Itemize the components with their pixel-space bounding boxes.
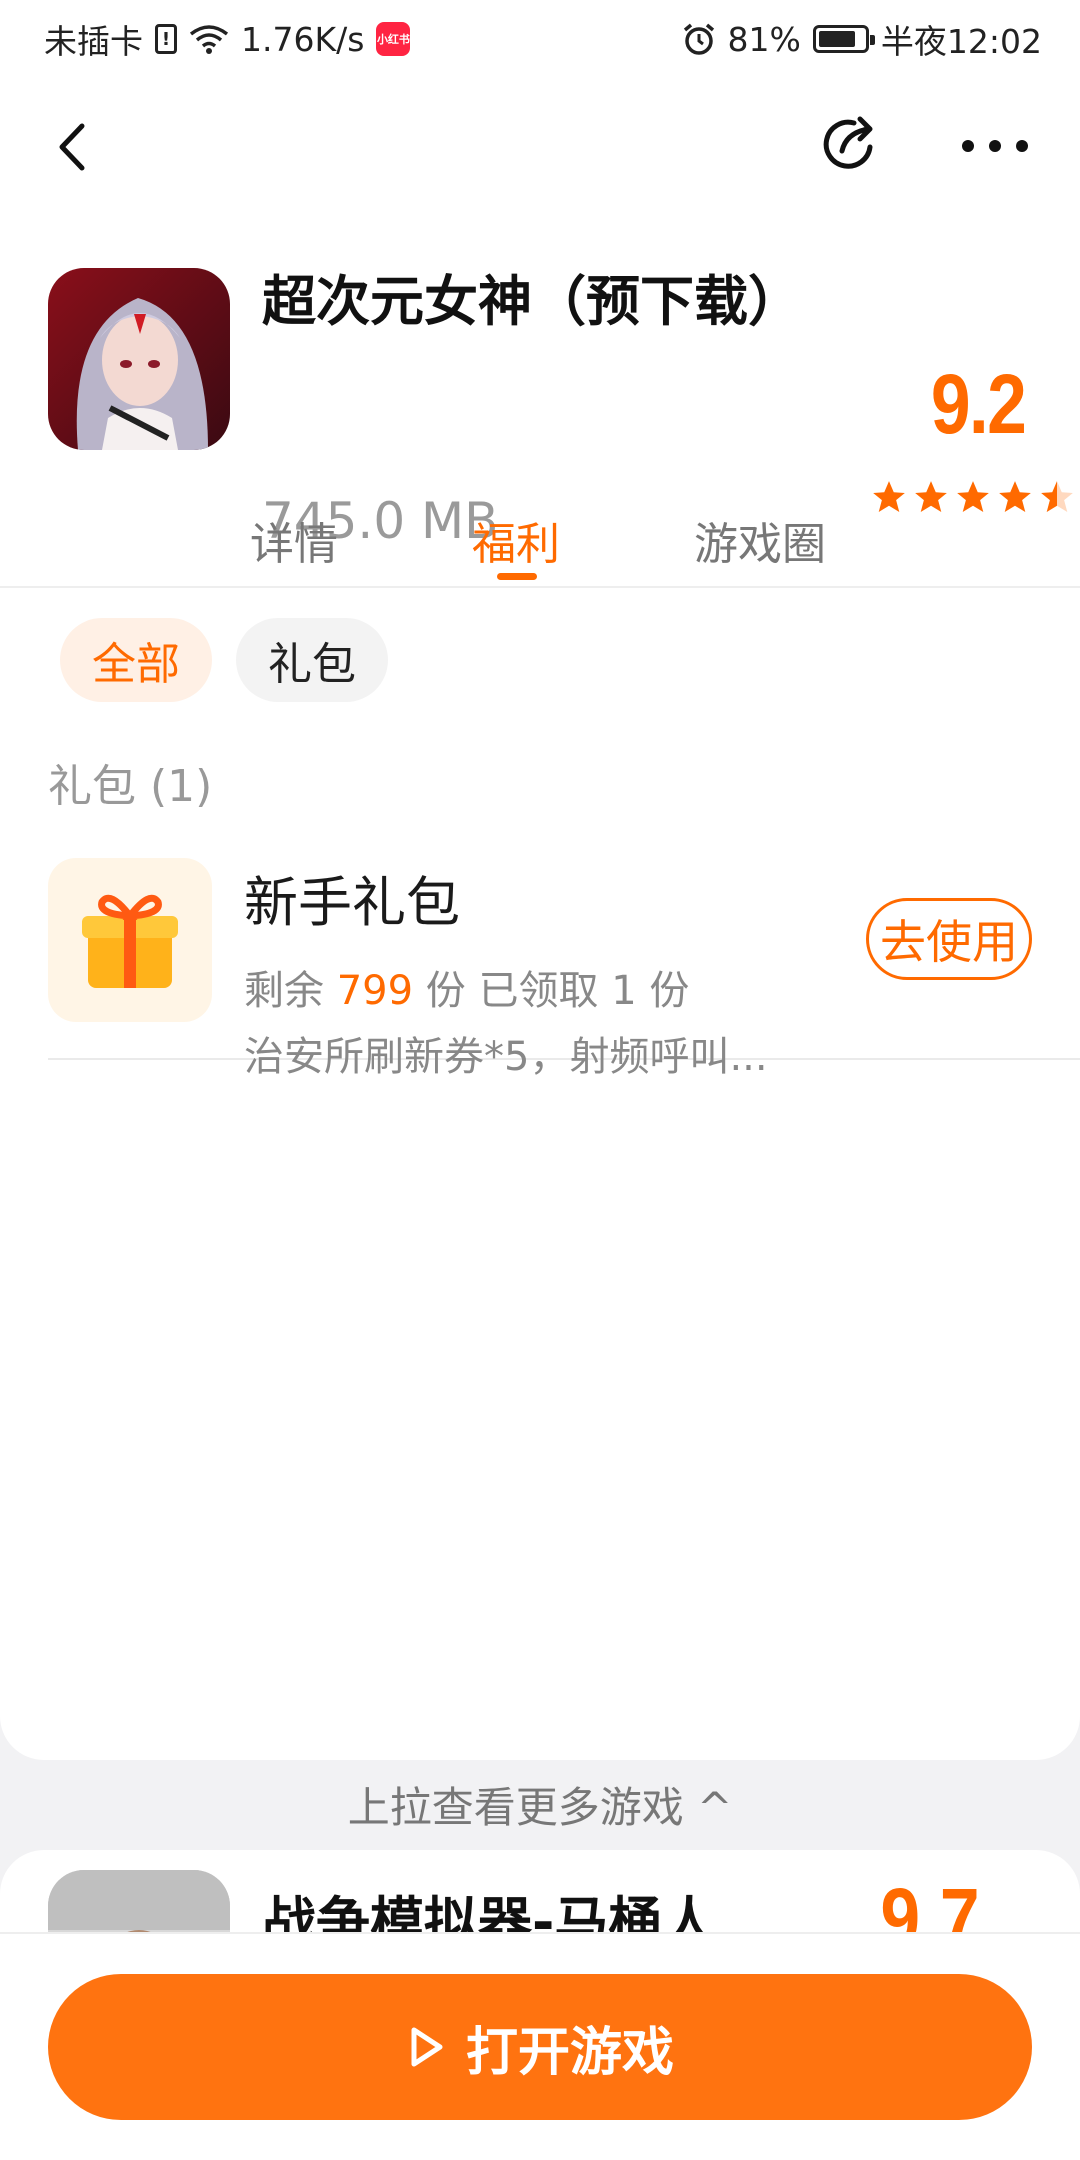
pull-up-hint[interactable]: 上拉查看更多游戏 ^ <box>0 1774 1080 1835</box>
bottom-action-bar: 打开游戏 <box>0 1932 1080 2160</box>
open-game-label: 打开游戏 <box>465 2022 674 2083</box>
game-detail-card: 超次元女神（预下载） 745.0 MB 9.2 详情 福利 游戏圈 全部 礼包 … <box>0 78 1080 1760</box>
tab-bar: 详情 福利 游戏圈 <box>0 498 1080 588</box>
xiaohongshu-badge-icon: 小红书 <box>376 22 411 56</box>
tab-indicator <box>497 573 537 580</box>
net-speed: 1.76K/s <box>241 19 365 59</box>
tab-game-circle[interactable]: 游戏圈 <box>694 508 826 572</box>
alarm-icon <box>683 23 714 55</box>
gift-box-icon <box>48 858 212 1022</box>
tab-benefits[interactable]: 福利 <box>472 508 560 572</box>
filter-chips: 全部 礼包 <box>60 618 388 702</box>
gift-remain-count: 799 <box>336 968 414 1014</box>
sim-alert-icon: ! <box>155 24 177 54</box>
battery-percent: 81% <box>727 19 801 59</box>
status-left: 未插卡 ! 1.76K/s 小红书 <box>44 15 411 63</box>
gift-stock: 剩余 799 份 已领取 1 份 <box>244 958 689 1016</box>
filter-gift[interactable]: 礼包 <box>236 618 388 702</box>
game-header: 超次元女神（预下载） 745.0 MB 9.2 <box>48 268 1073 550</box>
more-options-icon[interactable] <box>960 134 1030 158</box>
gift-description: 治安所刷新券*5，射频呼叫... <box>244 1034 768 1080</box>
game-icon <box>48 268 230 450</box>
gift-claimed-text: 份 已领取 1 份 <box>425 968 690 1014</box>
gift-title: 新手礼包 <box>244 871 460 934</box>
wifi-icon <box>189 25 229 54</box>
use-gift-button[interactable]: 去使用 <box>866 898 1032 980</box>
gift-list-item[interactable]: 新手礼包 剩余 799 份 已领取 1 份 治安所刷新券*5，射频呼叫... 去… <box>48 838 1080 1080</box>
status-right: 81% 半夜12:02 <box>682 15 1042 63</box>
carrier-text: 未插卡 <box>44 22 143 61</box>
filter-all[interactable]: 全部 <box>60 618 212 702</box>
rating-score: 9.2 <box>930 357 1027 451</box>
back-arrow-icon[interactable] <box>48 114 98 180</box>
play-icon <box>411 2027 443 2067</box>
section-title: 礼包 (1) <box>48 761 213 812</box>
gift-remain-label: 剩余 <box>244 968 324 1014</box>
battery-icon <box>812 25 875 53</box>
status-bar: 未插卡 ! 1.76K/s 小红书 81% 半夜12:02 <box>0 0 1080 78</box>
game-title: 超次元女神（预下载） <box>262 270 802 333</box>
top-bar <box>0 78 1080 208</box>
clock: 半夜12:02 <box>880 22 1042 61</box>
share-icon[interactable] <box>818 111 884 177</box>
open-game-button[interactable]: 打开游戏 <box>48 1974 1032 2120</box>
tab-details[interactable]: 详情 <box>250 508 338 572</box>
